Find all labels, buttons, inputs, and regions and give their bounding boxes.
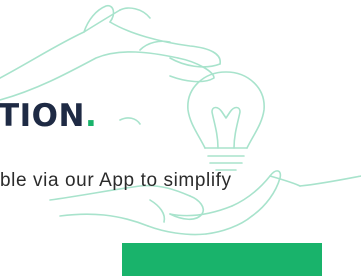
hero-headline: TION. bbox=[0, 101, 97, 132]
hero-headline-text: TION bbox=[0, 98, 85, 134]
hero-section: TION. ble via our App to simplify bbox=[0, 0, 361, 276]
cta-button[interactable] bbox=[122, 243, 322, 276]
headline-accent-dot: . bbox=[84, 98, 98, 134]
hero-description: ble via our App to simplify bbox=[0, 170, 232, 191]
hand-holding-lightbulb-icon bbox=[0, 4, 361, 236]
